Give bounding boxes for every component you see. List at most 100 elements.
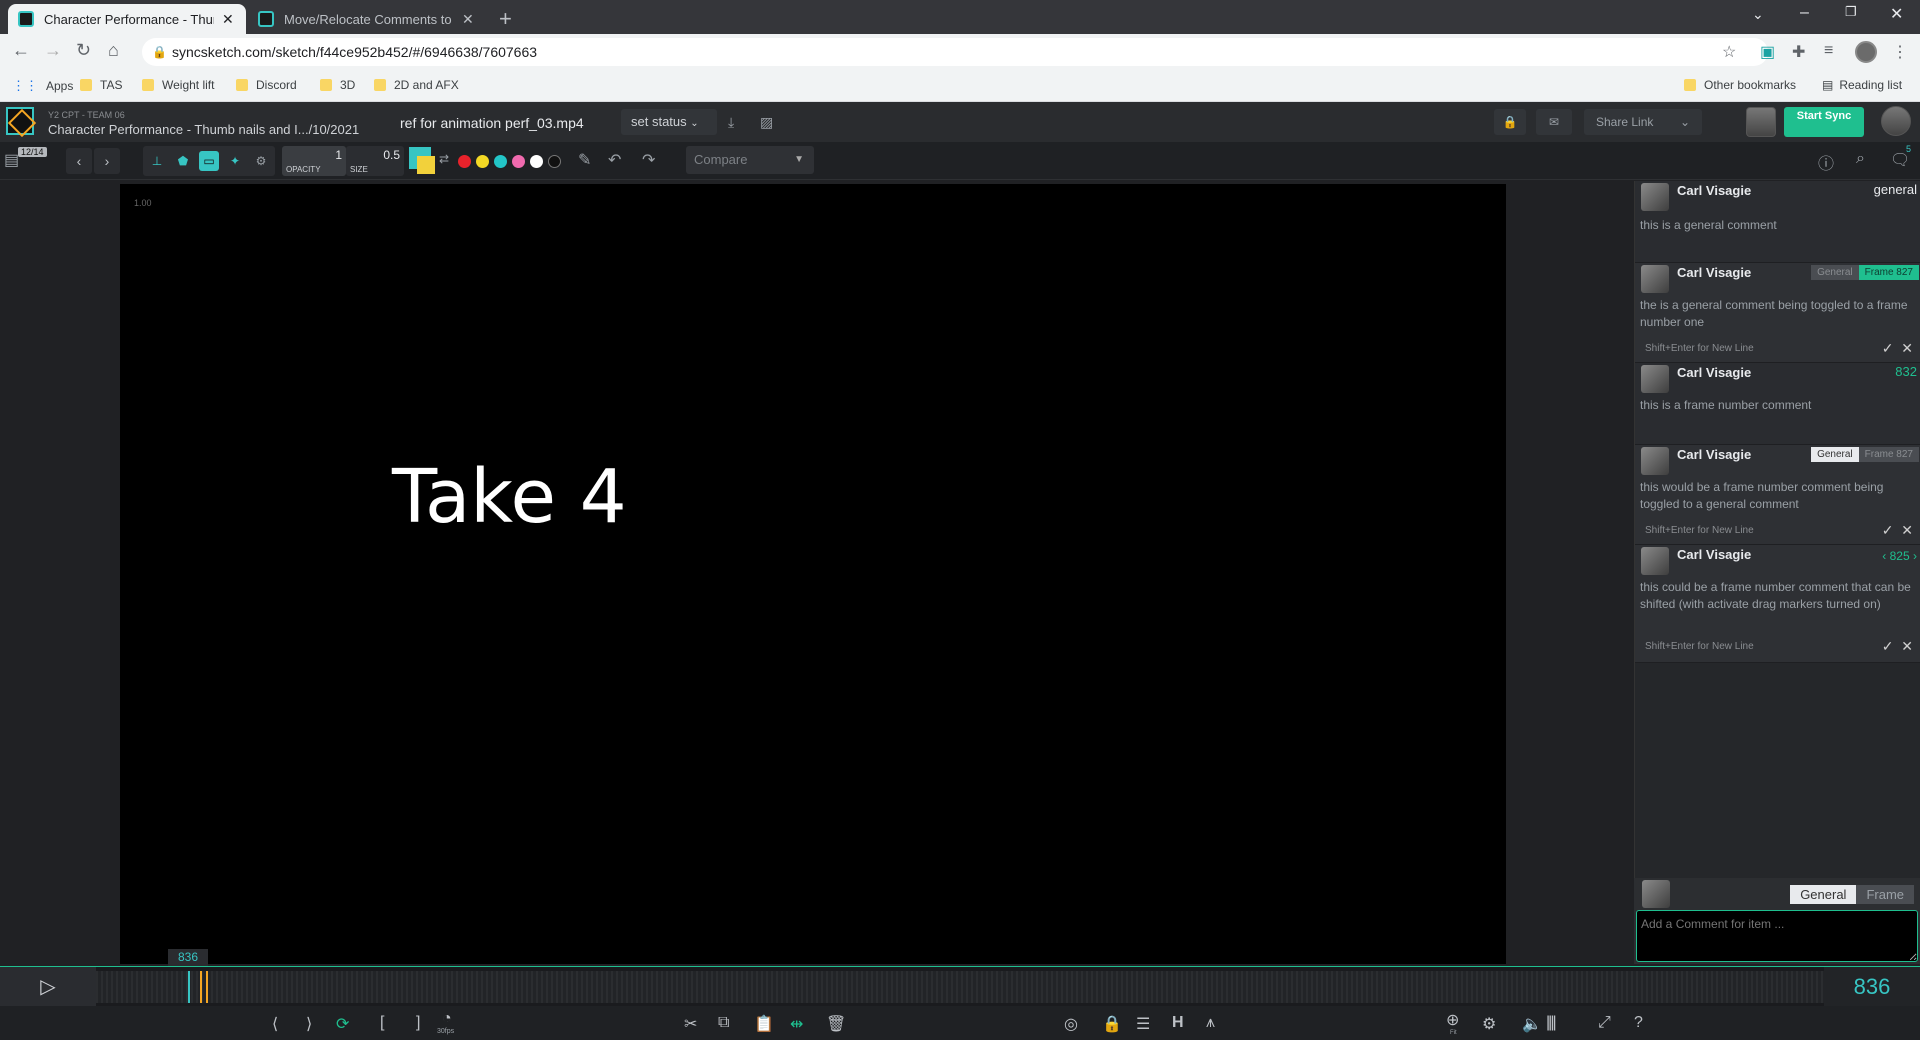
sidebar-toggle-icon[interactable]: ▤ bbox=[4, 150, 19, 170]
toggle-general[interactable]: General bbox=[1811, 447, 1859, 462]
shape-tool-icon[interactable]: ⬟ bbox=[173, 151, 193, 171]
paste-icon[interactable]: 📋 bbox=[754, 1014, 774, 1034]
confirm-check-icon[interactable]: ✓ bbox=[1882, 340, 1894, 356]
comment-marker[interactable] bbox=[200, 971, 202, 1003]
email-button[interactable]: ✉ bbox=[1536, 109, 1572, 135]
comment-item-editing[interactable]: Carl Visagie General Frame 827 this woul… bbox=[1635, 445, 1920, 545]
tab-character-performance[interactable]: Character Performance - Thumb ✕ bbox=[8, 4, 246, 34]
opacity-slider[interactable]: 1 OPACITY bbox=[282, 146, 346, 176]
menu-kebab-icon[interactable]: ⋮ bbox=[1892, 42, 1908, 62]
collaborator-avatar[interactable] bbox=[1746, 107, 1776, 137]
shift-left-icon[interactable]: ‹ bbox=[1882, 549, 1886, 563]
current-frame-display[interactable]: 836 bbox=[1824, 967, 1920, 1007]
download-icon[interactable]: ⤓ bbox=[728, 114, 734, 131]
lock-annotations-icon[interactable]: 🔒 bbox=[1102, 1014, 1122, 1034]
cancel-close-icon[interactable]: ✕ bbox=[1901, 522, 1913, 538]
color-teal-swatch[interactable] bbox=[494, 155, 507, 168]
cancel-close-icon[interactable]: ✕ bbox=[1901, 638, 1913, 654]
loop-icon[interactable]: ⟳ bbox=[336, 1014, 349, 1034]
comment-item[interactable]: Carl Visagie general this is a general c… bbox=[1635, 181, 1920, 263]
settings-gear-icon[interactable]: ⚙ bbox=[1482, 1014, 1496, 1034]
reload-icon[interactable]: ↻ bbox=[76, 40, 91, 61]
comment-marker[interactable] bbox=[206, 971, 208, 1003]
bookmark-2d-afx[interactable]: 2D and AFX bbox=[374, 78, 459, 92]
minimize-icon[interactable]: – bbox=[1800, 4, 1809, 22]
speed-gauge-icon[interactable]: ◔ bbox=[442, 1010, 452, 1028]
color-red-swatch[interactable] bbox=[458, 155, 471, 168]
extensions-puzzle-icon[interactable]: ✚ bbox=[1792, 42, 1805, 62]
bookmark-star-icon[interactable]: ☆ bbox=[1722, 42, 1736, 62]
color-yellow-swatch[interactable] bbox=[476, 155, 489, 168]
swap-colors-icon[interactable]: ⇄ bbox=[439, 152, 449, 166]
close-tab-icon[interactable]: ✕ bbox=[222, 11, 234, 28]
hide-annotations-icon[interactable]: ◎ bbox=[1064, 1014, 1078, 1034]
step-back-icon[interactable]: ⟨ bbox=[272, 1014, 278, 1034]
comment-frame-tag[interactable]: 832 bbox=[1895, 364, 1917, 379]
close-tab-icon[interactable]: ✕ bbox=[462, 11, 474, 28]
media-queue-icon[interactable]: ≡ bbox=[1824, 42, 1833, 60]
back-icon[interactable]: ← bbox=[12, 40, 30, 61]
info-icon[interactable]: ⓘ bbox=[1818, 150, 1834, 174]
volume-level-icon[interactable]: |||| bbox=[1546, 1014, 1557, 1032]
bookmark-weight-lift[interactable]: Weight lift bbox=[142, 78, 214, 92]
image-export-icon[interactable]: ▨ bbox=[760, 114, 773, 131]
toggle-frame[interactable]: Frame 827 bbox=[1858, 447, 1919, 462]
bookmark-apps[interactable]: ⋮⋮ Apps bbox=[12, 78, 73, 94]
extension-save-icon[interactable]: ▣ bbox=[1760, 42, 1775, 62]
undo-icon[interactable]: ↶ bbox=[608, 150, 621, 170]
lock-button[interactable]: 🔒 bbox=[1494, 109, 1526, 135]
drag-markers-icon[interactable]: ⇹ bbox=[790, 1014, 803, 1034]
toggle-frame[interactable]: Frame 827 bbox=[1858, 265, 1919, 280]
mirror-icon[interactable]: ⩚ bbox=[1206, 1014, 1215, 1032]
bookmark-3d[interactable]: 3D bbox=[320, 78, 355, 92]
comment-input[interactable] bbox=[1636, 910, 1918, 962]
profile-avatar[interactable] bbox=[1855, 41, 1877, 63]
forward-icon[interactable]: → bbox=[44, 40, 62, 61]
fullscreen-icon[interactable]: ⤢ bbox=[1598, 1014, 1611, 1032]
project-breadcrumb[interactable]: Character Performance - Thumb nails and … bbox=[48, 122, 359, 137]
url-input[interactable]: 🔒 syncsketch.com/sketch/f44ce952b452/#/6… bbox=[142, 38, 1768, 66]
confirm-check-icon[interactable]: ✓ bbox=[1882, 522, 1894, 538]
composer-frame-button[interactable]: Frame bbox=[1856, 885, 1914, 904]
composer-general-button[interactable]: General bbox=[1790, 885, 1857, 904]
bookmark-tas[interactable]: TAS bbox=[80, 78, 122, 92]
pointer-tool-icon[interactable]: ✦ bbox=[225, 151, 245, 171]
play-button[interactable]: ▷ bbox=[0, 967, 96, 1007]
next-item-button[interactable]: › bbox=[94, 148, 120, 174]
frame-shift-control[interactable]: ‹ 825 › bbox=[1882, 549, 1917, 563]
comment-text-editor[interactable]: this could be a frame number comment tha… bbox=[1640, 579, 1916, 613]
comment-text-editor[interactable]: the is a general comment being toggled t… bbox=[1640, 297, 1916, 331]
cut-icon[interactable]: ✂ bbox=[684, 1014, 697, 1034]
in-point-icon[interactable]: [ bbox=[380, 1014, 384, 1032]
restore-icon[interactable]: ❐ bbox=[1845, 4, 1857, 20]
copy-icon[interactable]: ⧉ bbox=[718, 1014, 729, 1032]
secondary-color-swatch[interactable] bbox=[417, 156, 435, 174]
volume-icon[interactable]: 🔈 bbox=[1522, 1014, 1542, 1034]
media-canvas[interactable]: 1.00 Take 4 bbox=[120, 184, 1506, 964]
comment-item-editing[interactable]: Carl Visagie ‹ 825 › this could be a fra… bbox=[1635, 545, 1920, 663]
confirm-check-icon[interactable]: ✓ bbox=[1882, 638, 1894, 654]
help-icon[interactable]: ? bbox=[1634, 1014, 1643, 1032]
pen-tool-icon[interactable]: ⊥ bbox=[147, 151, 167, 171]
size-slider[interactable]: 0.5 SIZE bbox=[346, 146, 404, 176]
reading-list[interactable]: ▤ Reading list bbox=[1822, 78, 1902, 92]
timeline-track[interactable] bbox=[96, 971, 1824, 1003]
shift-right-icon[interactable]: › bbox=[1913, 549, 1917, 563]
cancel-close-icon[interactable]: ✕ bbox=[1901, 340, 1913, 356]
comment-item-editing[interactable]: Carl Visagie General Frame 827 the is a … bbox=[1635, 263, 1920, 363]
toggle-general[interactable]: General bbox=[1811, 265, 1859, 280]
eyedropper-icon[interactable]: ✎ bbox=[578, 150, 591, 170]
previous-item-button[interactable]: ‹ bbox=[66, 148, 92, 174]
home-icon[interactable]: ⌂ bbox=[108, 40, 119, 61]
step-forward-icon[interactable]: ⟩ bbox=[306, 1014, 312, 1034]
tab-move-relocate[interactable]: Move/Relocate Comments to Ne ✕ bbox=[248, 4, 486, 34]
delete-icon[interactable]: 🗑 bbox=[826, 1014, 846, 1034]
eraser-tool-icon[interactable]: ▭ bbox=[199, 151, 219, 171]
close-window-icon[interactable]: ✕ bbox=[1890, 4, 1903, 24]
color-pink-swatch[interactable] bbox=[512, 155, 525, 168]
search-icon[interactable]: ⌕ bbox=[1856, 150, 1865, 168]
bookmark-other[interactable]: Other bookmarks bbox=[1684, 78, 1796, 92]
bookmark-discord[interactable]: Discord bbox=[236, 78, 297, 92]
out-point-icon[interactable]: ] bbox=[416, 1014, 420, 1032]
playhead[interactable] bbox=[188, 971, 190, 1003]
